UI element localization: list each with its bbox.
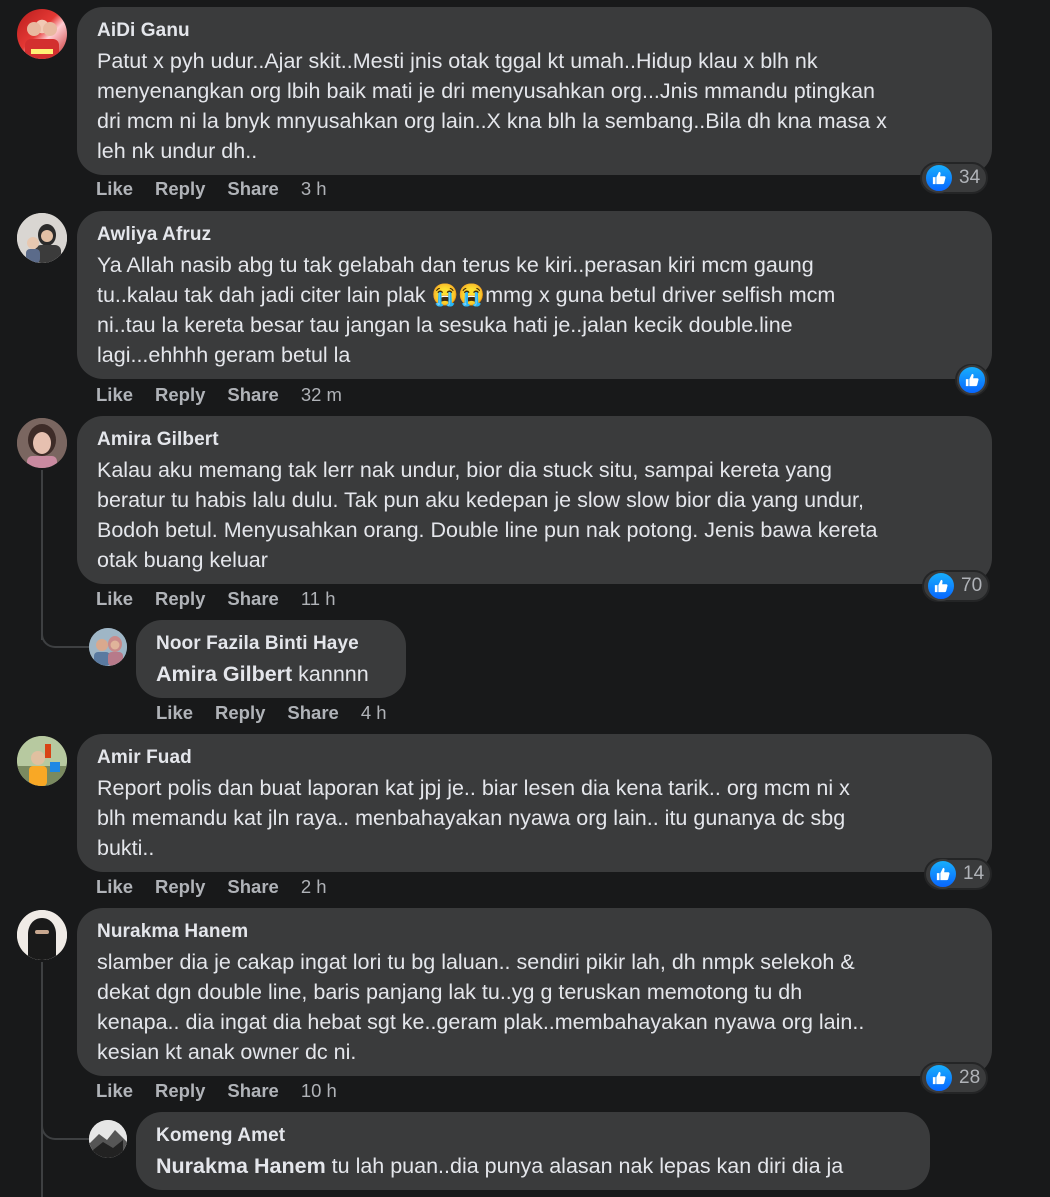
share-button[interactable]: Share bbox=[227, 588, 278, 609]
comment-text: Patut x pyh udur..Ajar skit..Mesti jnis … bbox=[97, 49, 887, 163]
reply-bubble: Noor Fazila Binti Haye Amira Gilbert kan… bbox=[136, 620, 406, 698]
reaction-count[interactable] bbox=[955, 364, 989, 396]
comment-actions: Like Reply Share 2 h bbox=[96, 876, 327, 898]
like-button[interactable]: Like bbox=[96, 1080, 133, 1101]
comment-text: Nurakma Hanem tu lah puan..dia punya ala… bbox=[156, 1151, 910, 1181]
comment-author[interactable]: Awliya Afruz bbox=[97, 223, 972, 247]
comment-author[interactable]: AiDi Ganu bbox=[97, 19, 972, 43]
avatar[interactable] bbox=[89, 628, 127, 666]
avatar[interactable] bbox=[17, 9, 67, 59]
thread-connector bbox=[41, 620, 93, 648]
reaction-number: 14 bbox=[963, 863, 985, 884]
timestamp[interactable]: 3 h bbox=[301, 178, 327, 199]
like-button[interactable]: Like bbox=[96, 588, 133, 609]
comment-author[interactable]: Nurakma Hanem bbox=[97, 920, 972, 944]
avatar[interactable] bbox=[17, 213, 67, 263]
comment-text: slamber dia je cakap ingat lori tu bg la… bbox=[97, 950, 865, 1064]
thread-line bbox=[41, 962, 43, 1197]
comment-bubble: Nurakma Hanem slamber dia je cakap ingat… bbox=[77, 908, 992, 1076]
like-button[interactable]: Like bbox=[96, 876, 133, 897]
reaction-number: 70 bbox=[961, 575, 983, 596]
mention-link[interactable]: Amira Gilbert bbox=[156, 662, 292, 686]
avatar[interactable] bbox=[17, 736, 67, 786]
comment-actions: Like Reply Share 3 h bbox=[96, 178, 327, 200]
timestamp[interactable]: 4 h bbox=[361, 702, 387, 723]
thread-connector bbox=[41, 1112, 93, 1140]
like-button[interactable]: Like bbox=[156, 702, 193, 723]
comment-text: Kalau aku memang tak lerr nak undur, bio… bbox=[97, 458, 878, 572]
reply-button[interactable]: Reply bbox=[155, 588, 205, 609]
thumbs-up-icon bbox=[928, 859, 958, 889]
comment-bubble: AiDi Ganu Patut x pyh udur..Ajar skit..M… bbox=[77, 7, 992, 175]
reaction-count[interactable]: 28 bbox=[920, 1062, 989, 1094]
share-button[interactable]: Share bbox=[227, 384, 278, 405]
comment-actions: Like Reply Share 11 h bbox=[96, 588, 335, 610]
reply-button[interactable]: Reply bbox=[155, 384, 205, 405]
thumbs-up-icon bbox=[924, 163, 954, 193]
reply-button[interactable]: Reply bbox=[155, 178, 205, 199]
share-button[interactable]: Share bbox=[227, 178, 278, 199]
comment-text: Ya Allah nasib abg tu tak gelabah dan te… bbox=[97, 250, 972, 370]
comment-text: Amira Gilbert kannnn bbox=[156, 659, 386, 689]
crying-emoji-icon: 😭😭 bbox=[431, 283, 486, 307]
comment-bubble: Amira Gilbert Kalau aku memang tak lerr … bbox=[77, 416, 992, 584]
comment-author[interactable]: Noor Fazila Binti Haye bbox=[156, 632, 386, 656]
reply-bubble: Komeng Amet Nurakma Hanem tu lah puan..d… bbox=[136, 1112, 930, 1190]
reaction-number: 28 bbox=[959, 1067, 981, 1088]
thumbs-up-icon bbox=[924, 1063, 954, 1093]
comment-author[interactable]: Amira Gilbert bbox=[97, 428, 972, 452]
timestamp[interactable]: 11 h bbox=[301, 588, 336, 609]
like-button[interactable]: Like bbox=[96, 178, 133, 199]
timestamp[interactable]: 32 m bbox=[301, 384, 342, 405]
comment-bubble: Awliya Afruz Ya Allah nasib abg tu tak g… bbox=[77, 211, 992, 379]
avatar[interactable] bbox=[89, 1120, 127, 1158]
comment-actions: Like Reply Share 4 h bbox=[156, 702, 387, 724]
comment-bubble: Amir Fuad Report polis dan buat laporan … bbox=[77, 734, 992, 872]
timestamp[interactable]: 10 h bbox=[301, 1080, 337, 1101]
avatar[interactable] bbox=[17, 418, 67, 468]
mention-link[interactable]: Nurakma Hanem bbox=[156, 1154, 326, 1178]
comment-text-part: kannnn bbox=[292, 662, 369, 686]
comment-actions: Like Reply Share 10 h bbox=[96, 1080, 337, 1102]
reaction-number: 34 bbox=[959, 167, 981, 188]
like-button[interactable]: Like bbox=[96, 384, 133, 405]
reaction-count[interactable]: 14 bbox=[924, 858, 993, 890]
share-button[interactable]: Share bbox=[227, 876, 278, 897]
comment-author[interactable]: Komeng Amet bbox=[156, 1124, 910, 1148]
thumbs-up-icon bbox=[957, 365, 987, 395]
share-button[interactable]: Share bbox=[227, 1080, 278, 1101]
comment-author[interactable]: Amir Fuad bbox=[97, 746, 972, 770]
reply-button[interactable]: Reply bbox=[215, 702, 265, 723]
thread-line bbox=[41, 470, 43, 640]
reply-button[interactable]: Reply bbox=[155, 1080, 205, 1101]
reaction-count[interactable]: 70 bbox=[922, 570, 991, 602]
share-button[interactable]: Share bbox=[287, 702, 338, 723]
thumbs-up-icon bbox=[926, 571, 956, 601]
reaction-count[interactable]: 34 bbox=[920, 162, 989, 194]
timestamp[interactable]: 2 h bbox=[301, 876, 327, 897]
reply-button[interactable]: Reply bbox=[155, 876, 205, 897]
comment-text: Report polis dan buat laporan kat jpj je… bbox=[97, 776, 850, 860]
comment-text-part: tu lah puan..dia punya alasan nak lepas … bbox=[325, 1154, 844, 1178]
comment-actions: Like Reply Share 32 m bbox=[96, 384, 342, 406]
avatar[interactable] bbox=[17, 910, 67, 960]
